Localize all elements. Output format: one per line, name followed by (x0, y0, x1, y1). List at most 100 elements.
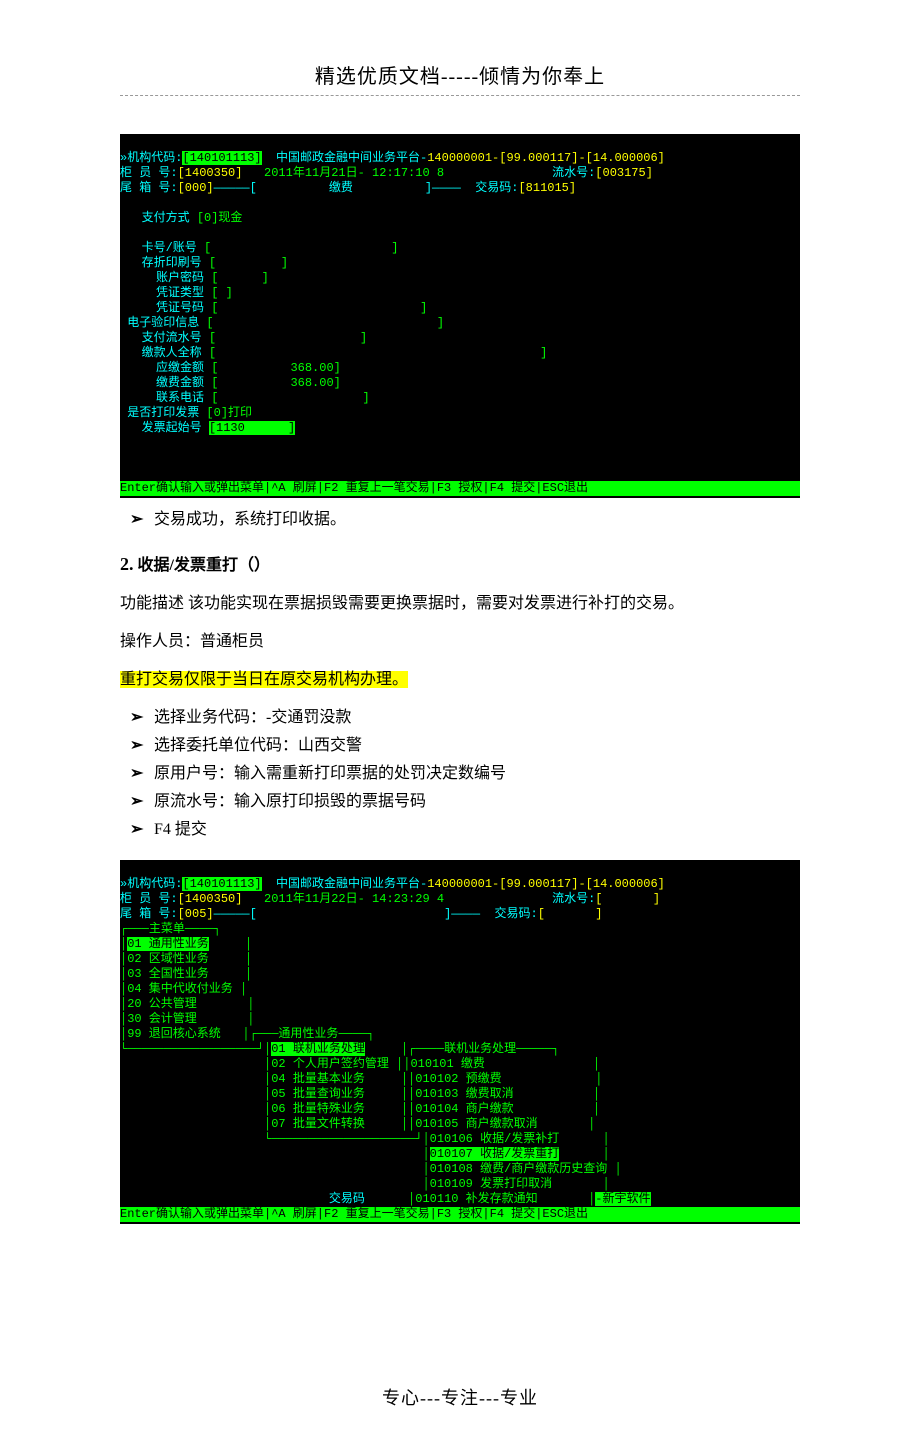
print-val: [0]打印 (206, 406, 252, 420)
t1-mid: 中国邮政金融中间业务平台- (262, 151, 428, 165)
section-title: 收据/发票重打（） (138, 557, 270, 574)
submenu-item: 02 个人用户签约管理 (271, 1057, 389, 1071)
section2-bullets: ➢选择业务代码：-交通罚没款 ➢选择委托单位代码：山西交警 ➢原用户号：输入需重… (130, 704, 800, 844)
payflow-label: 支付流水号 (142, 331, 202, 345)
paid-val: [ 368.00] (211, 376, 341, 390)
submenu-item: 05 批量查询业务 (271, 1087, 365, 1101)
submenu2-item: 010109 发票打印取消 (430, 1177, 552, 1191)
vtype-label: 凭证类型 (156, 286, 204, 300)
bullet-text: 选择委托单位代码：山西交警 (154, 732, 362, 760)
mainmenu-item: 20 公共管理 (127, 997, 197, 1011)
t1-box-label: 尾 箱 号: (120, 181, 178, 195)
t2-status-bar: Enter确认输入或弹出菜单|^A 刷屏|F2 重复上一笔交易|F3 授权|F4… (120, 1207, 800, 1222)
due-label: 应缴金额 (156, 361, 204, 375)
submenu2-item: 010103 缴费取消 (415, 1087, 513, 1101)
t1-right: 140000001-[99.000117]-[14.000006] (427, 151, 665, 165)
einfo-label: 电子验印信息 (127, 316, 199, 330)
passbook-label: 存折印刷号 (142, 256, 202, 270)
page-footer: 专心---专注---专业 (120, 1384, 800, 1410)
t2-right: 140000001-[99.000117]-[14.000006] (427, 877, 665, 891)
print-label: 是否打印发票 (127, 406, 199, 420)
submenu-title: 通用性业务 (278, 1027, 338, 1041)
terminal-screenshot-1: »机构代码:[140101113] 中国邮政金融中间业务平台-140000001… (120, 134, 800, 498)
submenu2-item: 010108 缴费/商户缴款历史查询 (430, 1162, 608, 1176)
bullet-row: ➢F4 提交 (130, 816, 800, 844)
pwd-label: 账户密码 (156, 271, 204, 285)
bullet-arrow-icon: ➢ (130, 788, 154, 816)
mainmenu-item: 03 全国性业务 (127, 967, 209, 981)
tel-val: [ ] (211, 391, 369, 405)
bullet-arrow-icon: ➢ (130, 506, 154, 534)
bullet-arrow-icon: ➢ (130, 704, 154, 732)
mainmenu-item: 30 会计管理 (127, 1012, 197, 1026)
card-val: [ ] (204, 241, 398, 255)
submenu2-item: 010101 缴费 (410, 1057, 484, 1071)
t2-date: 2011年11月22日- 14:23:29 4 (242, 892, 444, 906)
bullet-text: 选择业务代码：-交通罚没款 (154, 704, 351, 732)
section2-highlight: 重打交易仅限于当日在原交易机构办理。 (120, 671, 408, 688)
submenu-item: 06 批量特殊业务 (271, 1102, 365, 1116)
t2-title: —————[ ]———— 交易码: (214, 907, 538, 921)
submenu2-item: 010105 商户缴款取消 (415, 1117, 537, 1131)
bullet-row: ➢选择委托单位代码：山西交警 (130, 732, 800, 760)
vtype-val: [ ] (211, 286, 233, 300)
t1-org-label: »机构代码: (120, 151, 182, 165)
mainmenu-item: 04 集中代收付业务 (127, 982, 233, 996)
section2-highlight-row: 重打交易仅限于当日在原交易机构办理。 (120, 666, 800, 694)
payflow-val: [ ] (209, 331, 367, 345)
mainmenu-item: 02 区域性业务 (127, 952, 209, 966)
card-label: 卡号/账号 (142, 241, 197, 255)
header-underline (120, 95, 800, 96)
mainmenu-border: ┌─── (120, 922, 149, 936)
invstart-label: 发票起始号 (142, 421, 202, 435)
t2-mid: 中国邮政金融中间业务平台- (262, 877, 428, 891)
vnum-label: 凭证号码 (156, 301, 204, 315)
t1-trans: [811015] (518, 181, 576, 195)
submenu-item-selected: 01 联机业务处理 (271, 1042, 365, 1056)
t1-status-bar: Enter确认输入或弹出菜单|^A 刷屏|F2 重复上一笔交易|F3 授权|F4… (120, 481, 800, 496)
t2-org-code: [140101113] (182, 877, 261, 891)
einfo-val: [ ] (206, 316, 444, 330)
section-number: 2. (120, 554, 134, 574)
bullet-text: F4 提交 (154, 816, 207, 844)
header-title: 精选优质文档-----倾情为你奉上 (315, 66, 605, 88)
submenu2-item: 010106 收据/发票补打 (430, 1132, 560, 1146)
t1-teller: [1400350] (178, 166, 243, 180)
t1-org-code: [140101113] (182, 151, 261, 165)
mainmenu-border: ────┐ (185, 922, 221, 936)
submenu-item: 04 批量基本业务 (271, 1072, 365, 1086)
bullet-row: ➢选择业务代码：-交通罚没款 (130, 704, 800, 732)
due-val: [ 368.00] (211, 361, 341, 375)
invstart-val: [1130 ] (209, 421, 295, 435)
bullet-row: ➢ 交易成功，系统打印收据。 (130, 506, 800, 534)
payer-val: [ ] (209, 346, 547, 360)
t2-flow: [ ] (595, 892, 660, 906)
t1-title: —————[ 缴费 ]———— 交易码: (214, 181, 519, 195)
mainmenu-title: 主菜单 (149, 922, 185, 936)
submenu2-item-selected: 010107 收据/发票重打 (430, 1147, 560, 1161)
t2-box-label: 尾 箱 号: (120, 907, 178, 921)
t1-date: 2011年11月21日- 12:17:10 8 (242, 166, 444, 180)
submenu2-title: 联机业务处理 (444, 1042, 516, 1056)
bullet-row: ➢原流水号：输入原打印损毁的票据号码 (130, 788, 800, 816)
bullet-arrow-icon: ➢ (130, 760, 154, 788)
bullet-row: ➢原用户号：输入需重新打印票据的处罚决定数编号 (130, 760, 800, 788)
vnum-val: [ ] (211, 301, 427, 315)
bullet-arrow-icon: ➢ (130, 732, 154, 760)
submenu-item: 07 批量文件转换 (271, 1117, 365, 1131)
tel-label: 联系电话 (156, 391, 204, 405)
pay-label: 支付方式 (142, 211, 190, 225)
t2-teller: [1400350] (178, 892, 243, 906)
mainmenu-item: 99 退回核心系统 (127, 1027, 221, 1041)
t1-flow: [003175] (595, 166, 653, 180)
payer-label: 缴款人全称 (142, 346, 202, 360)
t1-box: [000] (178, 181, 214, 195)
section-2-heading: 2. 收据/发票重打（） (120, 550, 800, 580)
submenu2-item: 010104 商户缴款 (415, 1102, 513, 1116)
bullet-text: 交易成功，系统打印收据。 (154, 506, 346, 534)
t2-flow-label: 流水号: (444, 892, 595, 906)
submenu2-item: 010110 补发存款通知 (415, 1192, 537, 1206)
pwd-val: [ ] (211, 271, 269, 285)
submenu2-item: 010102 预缴费 (415, 1072, 501, 1086)
t1-teller-label: 柜 员 号: (120, 166, 178, 180)
